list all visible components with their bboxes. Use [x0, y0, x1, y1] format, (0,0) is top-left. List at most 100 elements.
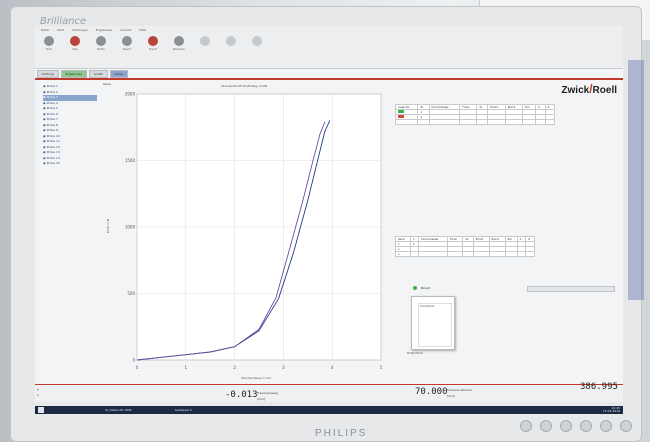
- chart-ylabel: Kraft in N: [106, 218, 111, 234]
- x-tick-label: 2: [233, 365, 236, 370]
- table-cell: [525, 251, 535, 257]
- table-cell: [516, 251, 527, 257]
- chart-xlabel: Standardweg in mm: [241, 376, 272, 380]
- monitor-buttons: [520, 420, 632, 432]
- table-cell: [522, 119, 537, 125]
- ribbon: Datei Start Prüfungen Ergebnisse Ansicht…: [35, 26, 623, 69]
- readout-value-traversenweg: -0.013: [225, 390, 258, 400]
- ribbon-button-evaluate[interactable]: Bewerten: [171, 36, 187, 58]
- monitor-brand: PHILIPS: [315, 428, 368, 439]
- table-cell: [418, 251, 448, 257]
- table-cell: v: [395, 251, 411, 257]
- ribbon-tab[interactable]: Ergebnisse: [96, 28, 112, 32]
- table-cell: [394, 119, 419, 125]
- chart-pane: Serie Standardkraft-Kraft-Weg Grafik Kra…: [101, 82, 388, 384]
- windows-taskbar: IX_Daten für DSM testXpert II 12:45 15.0…: [35, 406, 623, 414]
- taskbar-item-folder[interactable]: IX_Daten für DSM: [105, 407, 151, 413]
- ribbon-tab[interactable]: Prüfungen: [72, 28, 87, 32]
- monitor-button[interactable]: [580, 420, 592, 432]
- legend-swatch: [398, 115, 404, 119]
- ribbon-button-start[interactable]: Start: [41, 36, 57, 58]
- readout-label-traversenweg: Traversenweg: [257, 391, 278, 395]
- ribbon-tools: Start Stop Prüfen Report Export Bewerten: [41, 36, 265, 58]
- force-displacement-chart[interactable]: 0 1 2 3 4 5 0 500 1000 1500 2000: [123, 90, 385, 372]
- table-cell: [417, 119, 430, 125]
- readout-value-traverse-absolut: 70.000: [415, 387, 448, 397]
- evaluate-icon: [174, 36, 184, 46]
- legend-swatch: [398, 110, 404, 114]
- disabled-icon: [200, 36, 210, 46]
- table-cell: [462, 251, 474, 257]
- ribbon-tab[interactable]: Ansicht: [120, 28, 131, 32]
- readout-channel-labels: F s: [37, 388, 39, 397]
- report-icon: [122, 36, 132, 46]
- monitor-button[interactable]: [620, 420, 632, 432]
- table-cell: [488, 251, 506, 257]
- gear-icon: [44, 36, 54, 46]
- subtab-pruefung[interactable]: Prüfung: [37, 70, 59, 78]
- table-cell: [409, 251, 420, 257]
- table-cell: [535, 119, 546, 125]
- header-divider: [35, 78, 623, 80]
- status-label: Bereit: [421, 286, 430, 290]
- windows-start-icon[interactable]: [38, 407, 44, 413]
- ribbon-button-stop[interactable]: Stop: [67, 36, 83, 58]
- table-cell: [472, 251, 490, 257]
- ribbon-tab[interactable]: Start: [57, 28, 64, 32]
- monitor-button[interactable]: [520, 420, 532, 432]
- ribbon-button-report[interactable]: Report: [119, 36, 135, 58]
- export-icon: [148, 36, 158, 46]
- status-indicator-icon: [413, 286, 417, 290]
- table-cell: [459, 119, 478, 125]
- x-tick-label: 0: [136, 365, 139, 370]
- table-cell: [476, 119, 489, 125]
- table-cell: [544, 119, 556, 125]
- ribbon-button-test[interactable]: Prüfen: [93, 36, 109, 58]
- sub-tabs: Prüfung Ergebnisse Grafik Serie: [37, 70, 128, 78]
- y-tick-label: 0: [132, 358, 135, 363]
- ribbon-tab[interactable]: Hilfe: [139, 28, 146, 32]
- subtab-serie[interactable]: Serie: [110, 70, 128, 78]
- subtab-grafik[interactable]: Grafik: [89, 70, 109, 78]
- monitor-button[interactable]: [600, 420, 612, 432]
- monitor-button[interactable]: [560, 420, 572, 432]
- y-tick-label: 1500: [125, 158, 136, 163]
- ribbon-button-disabled[interactable]: [249, 36, 265, 58]
- ribbon-button-disabled[interactable]: [223, 36, 239, 58]
- report-thumbnail[interactable]: Zwick/Roell: [411, 296, 455, 350]
- report-caption: Prüfprotokoll: [407, 352, 423, 355]
- zwick-roell-logo: Zwick/Roell: [561, 82, 617, 96]
- readout-unit: [mm]: [257, 397, 266, 401]
- table-cell: [446, 251, 464, 257]
- table-cell: [487, 119, 506, 125]
- status-panel: Bereit Zwick/Roell Prüfprotokoll: [407, 286, 617, 381]
- chart-tab[interactable]: Serie: [103, 82, 111, 86]
- table-cell: [504, 119, 524, 125]
- disabled-icon: [252, 36, 262, 46]
- readout-unit: [mm]: [447, 394, 456, 398]
- y-tick-label: 1000: [125, 225, 136, 230]
- specimen-tree: ◉ Probe 1 ◉ Probe 2 ◉ Probe 3 ◉ Probe 4 ◉ Pr…: [43, 84, 97, 384]
- test-icon: [96, 36, 106, 46]
- table-row[interactable]: v: [395, 251, 535, 257]
- monitor-side-glare: [628, 60, 644, 300]
- x-tick-label: 3: [282, 365, 285, 370]
- ribbon-tab[interactable]: Datei: [41, 28, 49, 32]
- x-tick-label: 4: [331, 365, 334, 370]
- x-tick-label: 1: [185, 365, 188, 370]
- ribbon-tabs: Datei Start Prüfungen Ergebnisse Ansicht…: [41, 28, 146, 32]
- footer-divider: [35, 384, 623, 385]
- ribbon-button-export[interactable]: Export: [145, 36, 161, 58]
- progress-bar: [527, 286, 615, 292]
- x-tick-label: 5: [380, 365, 383, 370]
- ribbon-button-disabled[interactable]: [197, 36, 213, 58]
- statistics-table: Serie n Durchmesser Fmax dL Emod Rp0.2 Rm A Zx 2 s v: [395, 236, 535, 257]
- monitor-button[interactable]: [540, 420, 552, 432]
- taskbar-item-testxpert[interactable]: testXpert II: [175, 407, 219, 413]
- system-tray-clock[interactable]: 12:45 15.03.2018: [603, 407, 620, 413]
- tree-item[interactable]: ◉ Probe 15: [43, 161, 97, 167]
- y-tick-label: 500: [127, 291, 135, 296]
- table-cell: [504, 251, 518, 257]
- table-row[interactable]: [394, 119, 556, 125]
- subtab-ergebnisse[interactable]: Ergebnisse: [60, 70, 88, 78]
